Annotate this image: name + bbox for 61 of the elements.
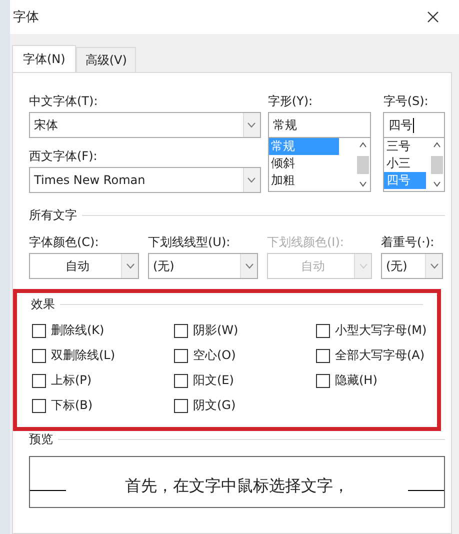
- input-field[interactable]: 四号: [383, 112, 445, 138]
- font-dropdown[interactable]: 宋体: [29, 112, 261, 138]
- checkbox[interactable]: [316, 324, 330, 338]
- checkbox[interactable]: [174, 348, 188, 362]
- checkbox-label: 隐藏(H): [335, 372, 378, 389]
- chevron-down-icon: [358, 263, 368, 269]
- checkbox-label: 阴影(W): [193, 322, 238, 339]
- list-item[interactable]: 加粗: [268, 172, 339, 189]
- scroll-up-icon[interactable]: [359, 142, 368, 148]
- tab[interactable]: 字体(N): [12, 45, 76, 72]
- section-title: 效果: [31, 296, 55, 313]
- window-title: 字体: [13, 9, 39, 26]
- section-title: 预览: [29, 431, 53, 448]
- checkbox[interactable]: [32, 324, 46, 338]
- checkbox[interactable]: [32, 348, 46, 362]
- checkbox-label: 阴文(G): [193, 397, 236, 414]
- checkbox[interactable]: [174, 324, 188, 338]
- dropdown[interactable]: 自动: [29, 253, 139, 279]
- tab[interactable]: 高级(V): [76, 47, 136, 72]
- scroll-down-icon[interactable]: [433, 181, 441, 187]
- checkbox[interactable]: [316, 374, 330, 388]
- field-label: 字体颜色(C):: [29, 234, 100, 251]
- checkbox[interactable]: [174, 398, 188, 412]
- scroll-down-icon[interactable]: [359, 181, 368, 187]
- field-label: 下划线线型(U):: [148, 234, 232, 251]
- field-label: 西文字体(F):: [29, 148, 98, 165]
- chevron-down-icon: [247, 122, 256, 128]
- checkbox[interactable]: [32, 398, 46, 412]
- field-label: 下划线颜色(I):: [267, 234, 345, 251]
- scroll-up-icon[interactable]: [433, 142, 441, 148]
- preview-text: 首先，在文字中鼠标选择文字，: [125, 476, 349, 497]
- listbox[interactable]: 常规 倾斜 加粗: [268, 138, 372, 192]
- field-label: 着重号(·):: [381, 234, 436, 251]
- checkbox[interactable]: [174, 374, 188, 388]
- font-dropdown[interactable]: Times New Roman: [29, 167, 261, 193]
- chevron-down-icon: [126, 263, 134, 269]
- checkbox-label: 删除线(K): [51, 322, 104, 339]
- checkbox[interactable]: [32, 374, 46, 388]
- section-title: 所有文字: [29, 207, 77, 224]
- close-icon[interactable]: [427, 11, 439, 23]
- chevron-down-icon: [247, 177, 256, 183]
- checkbox-label: 阳文(E): [193, 372, 234, 389]
- checkbox-label: 小型大写字母(M): [335, 322, 427, 339]
- field-label: 字号(S):: [383, 93, 430, 110]
- field-label: 中文字体(T):: [29, 93, 99, 110]
- checkbox-label: 全部大写字母(A): [335, 347, 425, 364]
- input-field[interactable]: 常规: [268, 112, 372, 138]
- chevron-down-icon: [244, 263, 254, 269]
- dropdown[interactable]: (无): [381, 253, 443, 279]
- list-item[interactable]: 倾斜: [268, 155, 339, 172]
- checkbox[interactable]: [316, 348, 330, 362]
- checkbox-label: 空心(O): [193, 347, 236, 364]
- chevron-down-icon: [430, 263, 438, 269]
- dropdown[interactable]: (无): [148, 253, 258, 279]
- checkbox-label: 双删除线(L): [51, 347, 116, 364]
- list-item[interactable]: 三号: [384, 138, 426, 155]
- checkbox-label: 上标(P): [51, 372, 92, 389]
- field-label: 字形(Y):: [268, 93, 314, 110]
- list-item[interactable]: 小三: [384, 155, 426, 172]
- checkbox-label: 下标(B): [51, 397, 93, 414]
- listbox[interactable]: 三号 小三 四号: [383, 138, 445, 192]
